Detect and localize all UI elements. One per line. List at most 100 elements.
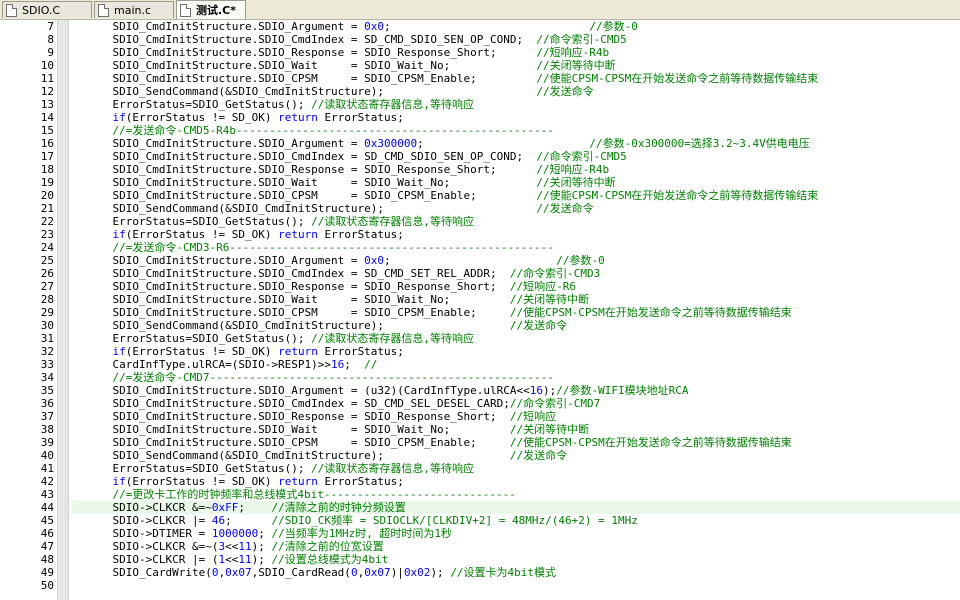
code-line[interactable]: 18 SDIO_CmdInitStructure.SDIO_Response =… bbox=[0, 163, 960, 176]
code-text: SDIO_CmdInitStructure.SDIO_CPSM = SDIO_C… bbox=[72, 306, 960, 319]
code-line[interactable]: 45 SDIO->CLKCR |= 46; //SDIO_CK频率 = SDIO… bbox=[0, 514, 960, 527]
code-line[interactable]: 42 if(ErrorStatus != SD_OK) return Error… bbox=[0, 475, 960, 488]
code-line[interactable]: 35 SDIO_CmdInitStructure.SDIO_Argument =… bbox=[0, 384, 960, 397]
tab-main-c[interactable]: main.c bbox=[94, 1, 174, 18]
code-comment: //参数-0 bbox=[589, 20, 638, 33]
code-comment: //使能CPSM-CPSM在开始发送命令之前等待数据传输结束 bbox=[536, 72, 819, 85]
code-line[interactable]: 9 SDIO_CmdInitStructure.SDIO_Response = … bbox=[0, 46, 960, 59]
code-text: SDIO->CLKCR |= 46; //SDIO_CK频率 = SDIOCLK… bbox=[72, 514, 960, 527]
code-line[interactable]: 13 ErrorStatus=SDIO_GetStatus(); //读取状态寄… bbox=[0, 98, 960, 111]
code-line[interactable]: 34 //=发送命令-CMD7-------------------------… bbox=[0, 371, 960, 384]
code-line[interactable]: 11 SDIO_CmdInitStructure.SDIO_CPSM = SDI… bbox=[0, 72, 960, 85]
code-line[interactable]: 21 SDIO_SendCommand(&SDIO_CmdInitStructu… bbox=[0, 202, 960, 215]
code-line[interactable]: 8 SDIO_CmdInitStructure.SDIO_CmdIndex = … bbox=[0, 33, 960, 46]
code-line[interactable]: 17 SDIO_CmdInitStructure.SDIO_CmdIndex =… bbox=[0, 150, 960, 163]
code-text: SDIO->CLKCR |= (1<<11); //设置总线模式为4bit bbox=[72, 553, 960, 566]
code-token: ErrorStatus=SDIO_GetStatus(); bbox=[86, 332, 312, 345]
code-token: SDIO->CLKCR |= ( bbox=[86, 553, 219, 566]
code-line[interactable]: 10 SDIO_CmdInitStructure.SDIO_Wait = SDI… bbox=[0, 59, 960, 72]
code-comment: //=发送命令-CMD7----------------------------… bbox=[112, 371, 554, 384]
line-number: 41 bbox=[40, 462, 54, 475]
code-line[interactable]: 32 if(ErrorStatus != SD_OK) return Error… bbox=[0, 345, 960, 358]
line-number: 44 bbox=[40, 501, 54, 514]
code-comment: //发送命令 bbox=[536, 85, 594, 98]
code-comment: //清除之前的时钟分频设置 bbox=[271, 501, 406, 514]
code-number: 0x300000 bbox=[364, 137, 418, 150]
code-line[interactable]: 31 ErrorStatus=SDIO_GetStatus(); //读取状态寄… bbox=[0, 332, 960, 345]
code-line[interactable]: 7 SDIO_CmdInitStructure.SDIO_Argument = … bbox=[0, 20, 960, 33]
code-line[interactable]: 40 SDIO_SendCommand(&SDIO_CmdInitStructu… bbox=[0, 449, 960, 462]
code-text: SDIO_CmdInitStructure.SDIO_Argument = 0x… bbox=[72, 254, 960, 267]
code-line[interactable]: 46 SDIO->DTIMER = 1000000; //当频率为1MHz时, … bbox=[0, 527, 960, 540]
line-number: 30 bbox=[40, 319, 54, 332]
code-token: SDIO_CmdInitStructure.SDIO_Argument = bbox=[86, 137, 365, 150]
code-line[interactable]: 47 SDIO->CLKCR &=~(3<<11); //清除之前的位宽设置 bbox=[0, 540, 960, 553]
code-editor[interactable]: 7 SDIO_CmdInitStructure.SDIO_Argument = … bbox=[0, 20, 960, 592]
code-text: SDIO_CmdInitStructure.SDIO_Argument = (u… bbox=[72, 384, 960, 397]
code-line[interactable]: 50 bbox=[0, 579, 960, 592]
line-number: 29 bbox=[40, 306, 54, 319]
code-line[interactable]: 19 SDIO_CmdInitStructure.SDIO_Wait = SDI… bbox=[0, 176, 960, 189]
line-number: 31 bbox=[40, 332, 54, 345]
code-line[interactable]: 14 if(ErrorStatus != SD_OK) return Error… bbox=[0, 111, 960, 124]
code-line[interactable]: 12 SDIO_SendCommand(&SDIO_CmdInitStructu… bbox=[0, 85, 960, 98]
code-line[interactable]: 15 //=发送命令-CMD5-R4b---------------------… bbox=[0, 124, 960, 137]
line-number: 17 bbox=[40, 150, 54, 163]
code-line[interactable]: 49 SDIO_CardWrite(0,0x07,SDIO_CardRead(0… bbox=[0, 566, 960, 579]
line-number: 24 bbox=[40, 241, 54, 254]
code-text: if(ErrorStatus != SD_OK) return ErrorSta… bbox=[72, 228, 960, 241]
code-text: SDIO_CmdInitStructure.SDIO_Argument = 0x… bbox=[72, 20, 960, 33]
code-token: ; bbox=[344, 358, 365, 371]
code-line[interactable]: 41 ErrorStatus=SDIO_GetStatus(); //读取状态寄… bbox=[0, 462, 960, 475]
code-line[interactable]: 29 SDIO_CmdInitStructure.SDIO_CPSM = SDI… bbox=[0, 306, 960, 319]
line-number: 47 bbox=[40, 540, 54, 553]
code-line[interactable]: 33 CardInfType.ulRCA=(SDIO->RESP1)>>16; … bbox=[0, 358, 960, 371]
code-keyword: if bbox=[112, 228, 126, 241]
code-token: CardInfType.ulRCA=(SDIO->RESP1)>> bbox=[86, 358, 332, 371]
code-line[interactable]: 38 SDIO_CmdInitStructure.SDIO_Wait = SDI… bbox=[0, 423, 960, 436]
code-line[interactable]: 30 SDIO_SendCommand(&SDIO_CmdInitStructu… bbox=[0, 319, 960, 332]
code-line[interactable]: 48 SDIO->CLKCR |= (1<<11); //设置总线模式为4bit bbox=[0, 553, 960, 566]
code-token: SDIO->DTIMER = bbox=[86, 527, 212, 540]
code-line[interactable]: 25 SDIO_CmdInitStructure.SDIO_Argument =… bbox=[0, 254, 960, 267]
code-line[interactable]: 28 SDIO_CmdInitStructure.SDIO_Wait = SDI… bbox=[0, 293, 960, 306]
code-line[interactable]: 39 SDIO_CmdInitStructure.SDIO_CPSM = SDI… bbox=[0, 436, 960, 449]
code-number: 1000000 bbox=[211, 527, 259, 540]
code-line[interactable]: 24 //=发送命令-CMD3-R6----------------------… bbox=[0, 241, 960, 254]
code-text: ErrorStatus=SDIO_GetStatus(); //读取状态寄存器信… bbox=[72, 215, 960, 228]
code-line[interactable]: 23 if(ErrorStatus != SD_OK) return Error… bbox=[0, 228, 960, 241]
code-line[interactable]: 16 SDIO_CmdInitStructure.SDIO_Argument =… bbox=[0, 137, 960, 150]
code-line[interactable]: 37 SDIO_CmdInitStructure.SDIO_Response =… bbox=[0, 410, 960, 423]
code-comment: //读取状态寄存器信息,等待响应 bbox=[311, 98, 475, 111]
code-token: ; bbox=[384, 20, 590, 33]
code-token: SDIO_CmdInitStructure.SDIO_Wait = SDIO_W… bbox=[86, 176, 537, 189]
code-line[interactable]: 27 SDIO_CmdInitStructure.SDIO_Response =… bbox=[0, 280, 960, 293]
code-keyword: return bbox=[278, 475, 318, 488]
line-number: 34 bbox=[40, 371, 54, 384]
code-line[interactable]: 43 //=更改卡工作的时钟频率和总线模式4bit---------------… bbox=[0, 488, 960, 501]
line-number: 35 bbox=[40, 384, 54, 397]
line-number: 15 bbox=[40, 124, 54, 137]
code-comment: // bbox=[364, 358, 378, 371]
code-line[interactable]: 36 SDIO_CmdInitStructure.SDIO_CmdIndex =… bbox=[0, 397, 960, 410]
line-number: 25 bbox=[40, 254, 54, 267]
code-token: (ErrorStatus != SD_OK) bbox=[125, 345, 279, 358]
line-number: 48 bbox=[40, 553, 54, 566]
code-keyword: if bbox=[112, 345, 126, 358]
code-comment: //短响应-R4b bbox=[536, 163, 610, 176]
code-line[interactable]: 44 SDIO->CLKCR &=~0xFF; //清除之前的时钟分频设置 bbox=[0, 501, 960, 514]
line-number: 7 bbox=[47, 20, 54, 33]
code-line[interactable]: 20 SDIO_CmdInitStructure.SDIO_CPSM = SDI… bbox=[0, 189, 960, 202]
tab-test-c[interactable]: 测试.C* bbox=[176, 0, 246, 19]
tab-sdio-c[interactable]: SDIO.C bbox=[2, 1, 92, 18]
code-text: if(ErrorStatus != SD_OK) return ErrorSta… bbox=[72, 345, 960, 358]
code-line[interactable]: 26 SDIO_CmdInitStructure.SDIO_CmdIndex =… bbox=[0, 267, 960, 280]
code-line[interactable]: 22 ErrorStatus=SDIO_GetStatus(); //读取状态寄… bbox=[0, 215, 960, 228]
code-comment: //=更改卡工作的时钟频率和总线模式4bit------------------… bbox=[112, 488, 516, 501]
code-comment: //短响应-R4b bbox=[536, 46, 610, 59]
code-number: 0x07 bbox=[225, 566, 252, 579]
code-token: SDIO_CmdInitStructure.SDIO_CPSM = SDIO_C… bbox=[86, 436, 510, 449]
code-comment: //参数-0x300000=选择3.2~3.4V供电电压 bbox=[589, 137, 810, 150]
